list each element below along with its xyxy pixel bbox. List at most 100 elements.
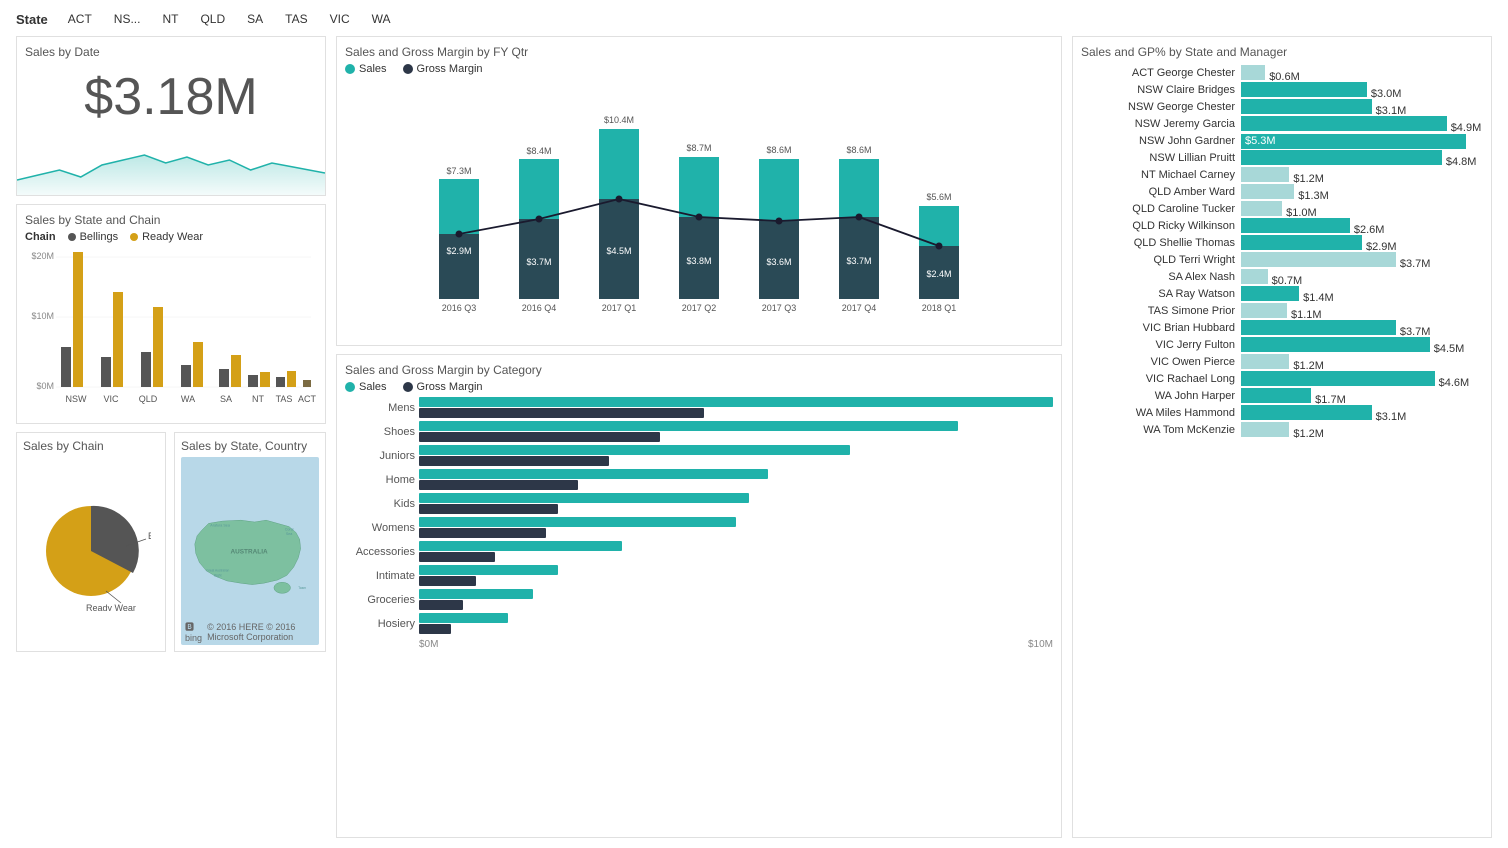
gp-bar — [1241, 99, 1372, 114]
cat-gm-bar — [419, 408, 704, 418]
svg-text:WA: WA — [181, 394, 195, 404]
state-btn-wa[interactable]: WA — [368, 10, 395, 28]
gp-bar-wrap: $1.7M — [1241, 388, 1483, 403]
state-chain-chart: $20M $10M $0M NSW VI — [25, 247, 317, 407]
state-filter-bar: State ACT NS... NT QLD SA TAS VIC WA — [16, 10, 1492, 28]
gp-bar — [1241, 354, 1289, 369]
svg-text:AUSTRALIA: AUSTRALIA — [230, 548, 268, 555]
gp-row: NSW John Gardner$5.3M — [1081, 133, 1483, 148]
gp-row-label: QLD Terri Wright — [1081, 254, 1241, 266]
gp-row-label: SA Ray Watson — [1081, 288, 1241, 300]
gp-bar-wrap: $4.8M — [1241, 150, 1483, 165]
category-chart-panel: Sales and Gross Margin by Category Sales… — [336, 354, 1062, 838]
gp-row: TAS Simone Prior$1.1M — [1081, 303, 1483, 318]
gp-row-label: NSW Claire Bridges — [1081, 84, 1241, 96]
svg-text:$3.7M: $3.7M — [846, 256, 871, 266]
svg-text:Great Australian: Great Australian — [206, 569, 229, 573]
gp-row-label: WA Miles Hammond — [1081, 407, 1241, 419]
svg-text:$0M: $0M — [36, 381, 54, 391]
gp-bar — [1241, 269, 1268, 284]
cat-bar-group — [419, 541, 1053, 562]
svg-text:$3.7M: $3.7M — [526, 257, 551, 267]
cat-sales-dot — [345, 382, 355, 392]
svg-text:$8.6M: $8.6M — [766, 145, 791, 155]
state-filter-label: State — [16, 12, 48, 27]
gp-row-label: WA Tom McKenzie — [1081, 424, 1241, 436]
cat-sales-legend: Sales — [345, 381, 387, 393]
cat-gm-bar — [419, 528, 546, 538]
gp-row: ACT George Chester$0.6M — [1081, 65, 1483, 80]
gp-row-label: QLD Shellie Thomas — [1081, 237, 1241, 249]
svg-text:$10M: $10M — [31, 311, 54, 321]
svg-text:NSW: NSW — [66, 394, 88, 404]
category-chart-title: Sales and Gross Margin by Category — [345, 363, 1053, 377]
cat-gm-bar — [419, 552, 495, 562]
svg-text:$4.5M: $4.5M — [606, 246, 631, 256]
gp-row: QLD Amber Ward$1.3M — [1081, 184, 1483, 199]
gp-row: QLD Terri Wright$3.7M — [1081, 252, 1483, 267]
gp-bar — [1241, 303, 1287, 318]
cat-label: Intimate — [345, 570, 415, 582]
svg-text:$2.4M: $2.4M — [926, 269, 951, 279]
gp-bar-wrap: $1.4M — [1241, 286, 1483, 301]
svg-text:$7.3M: $7.3M — [446, 166, 471, 176]
cat-row: Kids — [345, 493, 1053, 514]
cat-bar-group — [419, 613, 1053, 634]
gp-row-label: TAS Simone Prior — [1081, 305, 1241, 317]
readywear-dot — [130, 233, 138, 241]
gp-row: WA John Harper$1.7M — [1081, 388, 1483, 403]
sales-total-value: $3.18M — [84, 67, 257, 127]
gm-legend-item: Gross Margin — [403, 63, 483, 75]
sales-state-chain-panel: Sales by State and Chain Chain Bellings … — [16, 204, 326, 424]
gp-row-label: WA John Harper — [1081, 390, 1241, 402]
cat-gm-bar — [419, 624, 451, 634]
cat-sales-bar — [419, 445, 850, 455]
category-legend: Sales Gross Margin — [345, 381, 1053, 393]
state-btn-nt[interactable]: NT — [158, 10, 182, 28]
cat-label: Home — [345, 474, 415, 486]
gp-bar — [1241, 286, 1299, 301]
gp-row-label: VIC Brian Hubbard — [1081, 322, 1241, 334]
sales-by-date-title: Sales by Date — [25, 45, 317, 59]
cat-sales-bar — [419, 589, 533, 599]
gp-bar-wrap: $3.7M — [1241, 320, 1483, 335]
pie-chart-svg: Bellings Ready Wear — [31, 491, 151, 611]
gp-row: QLD Caroline Tucker$1.0M — [1081, 201, 1483, 216]
cat-label: Groceries — [345, 594, 415, 606]
state-btn-tas[interactable]: TAS — [281, 10, 311, 28]
svg-text:$10.4M: $10.4M — [604, 115, 634, 125]
state-chain-legend: Chain Bellings Ready Wear — [25, 231, 317, 243]
state-btn-vic[interactable]: VIC — [326, 10, 354, 28]
gp-bar — [1241, 82, 1367, 97]
svg-text:$8.4M: $8.4M — [526, 146, 551, 156]
gp-bar — [1241, 167, 1289, 182]
cat-bar-group — [419, 445, 1053, 466]
state-btn-qld[interactable]: QLD — [196, 10, 229, 28]
cat-bar-group — [419, 469, 1053, 490]
gp-row: WA Miles Hammond$3.1M — [1081, 405, 1483, 420]
gp-row-label: NSW George Chester — [1081, 101, 1241, 113]
gp-row: VIC Jerry Fulton$4.5M — [1081, 337, 1483, 352]
svg-text:$2.9M: $2.9M — [446, 246, 471, 256]
gp-bar — [1241, 422, 1289, 437]
cat-sales-bar — [419, 493, 749, 503]
cat-label: Mens — [345, 402, 415, 414]
gp-row-label: VIC Owen Pierce — [1081, 356, 1241, 368]
gp-bar: $5.3M — [1241, 134, 1466, 149]
gp-bar-wrap: $1.0M — [1241, 201, 1483, 216]
cat-row: Intimate — [345, 565, 1053, 586]
svg-text:2016 Q3: 2016 Q3 — [442, 303, 477, 313]
state-btn-sa[interactable]: SA — [243, 10, 267, 28]
svg-text:Ready Wear: Ready Wear — [86, 603, 136, 611]
sales-area-chart — [17, 135, 325, 195]
svg-text:$3.8M: $3.8M — [686, 256, 711, 266]
state-btn-ns...[interactable]: NS... — [110, 10, 145, 28]
state-btn-act[interactable]: ACT — [64, 10, 96, 28]
gp-manager-title: Sales and GP% by State and Manager — [1081, 45, 1483, 59]
gp-row-label: NT Michael Carney — [1081, 169, 1241, 181]
cat-sales-bar — [419, 469, 768, 479]
cat-gm-bar — [419, 456, 609, 466]
gp-bar — [1241, 388, 1311, 403]
svg-text:NT: NT — [252, 394, 264, 404]
category-chart-body: MensShoesJuniorsHomeKidsWomensAccessorie… — [345, 397, 1053, 637]
